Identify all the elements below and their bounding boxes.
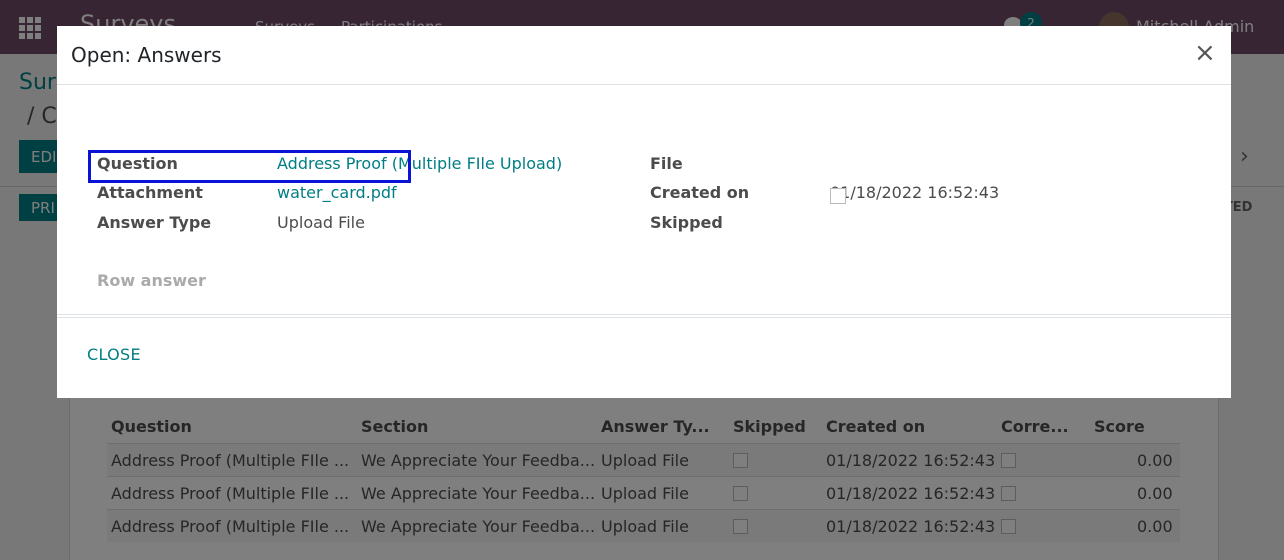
close-icon[interactable]: × xyxy=(1194,38,1216,68)
answers-dialog: Open: Answers × Question Address Proof (… xyxy=(57,26,1231,398)
label-attachment: Attachment xyxy=(97,183,203,202)
created-on-value: 01/18/2022 16:52:43 xyxy=(830,183,1000,202)
label-created-on: Created on xyxy=(650,183,750,202)
label-row-answer: Row answer xyxy=(97,271,206,290)
label-skipped: Skipped xyxy=(650,213,723,232)
label-file: File xyxy=(650,154,683,173)
skipped-checkbox[interactable] xyxy=(830,188,846,204)
answer-type-value: Upload File xyxy=(277,213,365,232)
dialog-footer: CLOSE xyxy=(57,317,1231,398)
attachment-highlight-box xyxy=(88,150,411,183)
label-answer-type: Answer Type xyxy=(97,213,212,232)
attachment-link[interactable]: water_card.pdf xyxy=(277,183,397,202)
dialog-header: Open: Answers × xyxy=(57,26,1231,85)
dialog-title: Open: Answers xyxy=(71,43,222,67)
close-button[interactable]: CLOSE xyxy=(87,345,141,364)
dialog-body: Question Address Proof (Multiple FIle Up… xyxy=(57,85,1231,315)
